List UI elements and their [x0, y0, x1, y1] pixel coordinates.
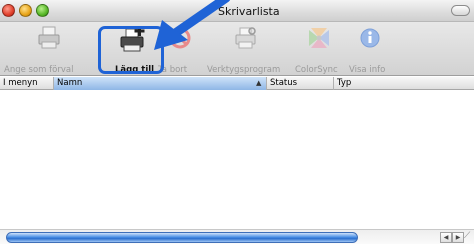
printer-list-window: Skrivarlista Ange som förval Lägg till T… [0, 0, 474, 244]
resize-grip-icon[interactable]: ⟋ [464, 231, 474, 244]
toolbar-button-info[interactable]: Visa info [347, 25, 393, 76]
utility-icon [235, 27, 256, 49]
column-in-menu[interactable]: I menyn [0, 77, 54, 90]
default-printer-icon [38, 26, 60, 49]
toolbar: Ange som förval Lägg till Ta bort Verkty… [0, 22, 474, 76]
toolbar-toggle-button[interactable] [451, 5, 470, 16]
toolbar-label-info: Visa info [349, 65, 386, 75]
scroll-right-button[interactable]: ▶ [452, 232, 464, 243]
toolbar-label-utility: Verktygsprogram [207, 65, 281, 75]
column-name[interactable]: Namn [54, 77, 267, 90]
toolbar-button-set-default[interactable]: Ange som förval [0, 25, 96, 76]
close-window-button[interactable] [2, 4, 15, 17]
column-name-label: Namn [57, 78, 83, 88]
column-status[interactable]: Status [267, 77, 334, 90]
colorsync-icon [309, 28, 329, 48]
toolbar-label-set-default: Ange som förval [4, 65, 74, 75]
column-type[interactable]: Typ [334, 77, 474, 90]
annotation-arrow-icon [154, 0, 230, 50]
sort-ascending-icon: ▲ [256, 79, 262, 87]
toolbar-label-colorsync: ColorSync [295, 65, 338, 75]
info-icon [360, 28, 380, 48]
scroll-left-button[interactable]: ◀ [440, 232, 452, 243]
horizontal-scrollbar[interactable]: ◀ ▶ ⟋ [0, 229, 474, 244]
list-column-header: I menyn Namn ▲ Status Typ [0, 77, 474, 90]
scrollbar-thumb[interactable] [6, 232, 358, 243]
toolbar-button-colorsync[interactable]: ColorSync [292, 25, 346, 76]
zoom-window-button[interactable] [36, 4, 49, 17]
title-bar: Skrivarlista [0, 0, 474, 22]
minimize-window-button[interactable] [19, 4, 32, 17]
printer-list[interactable] [0, 91, 474, 229]
